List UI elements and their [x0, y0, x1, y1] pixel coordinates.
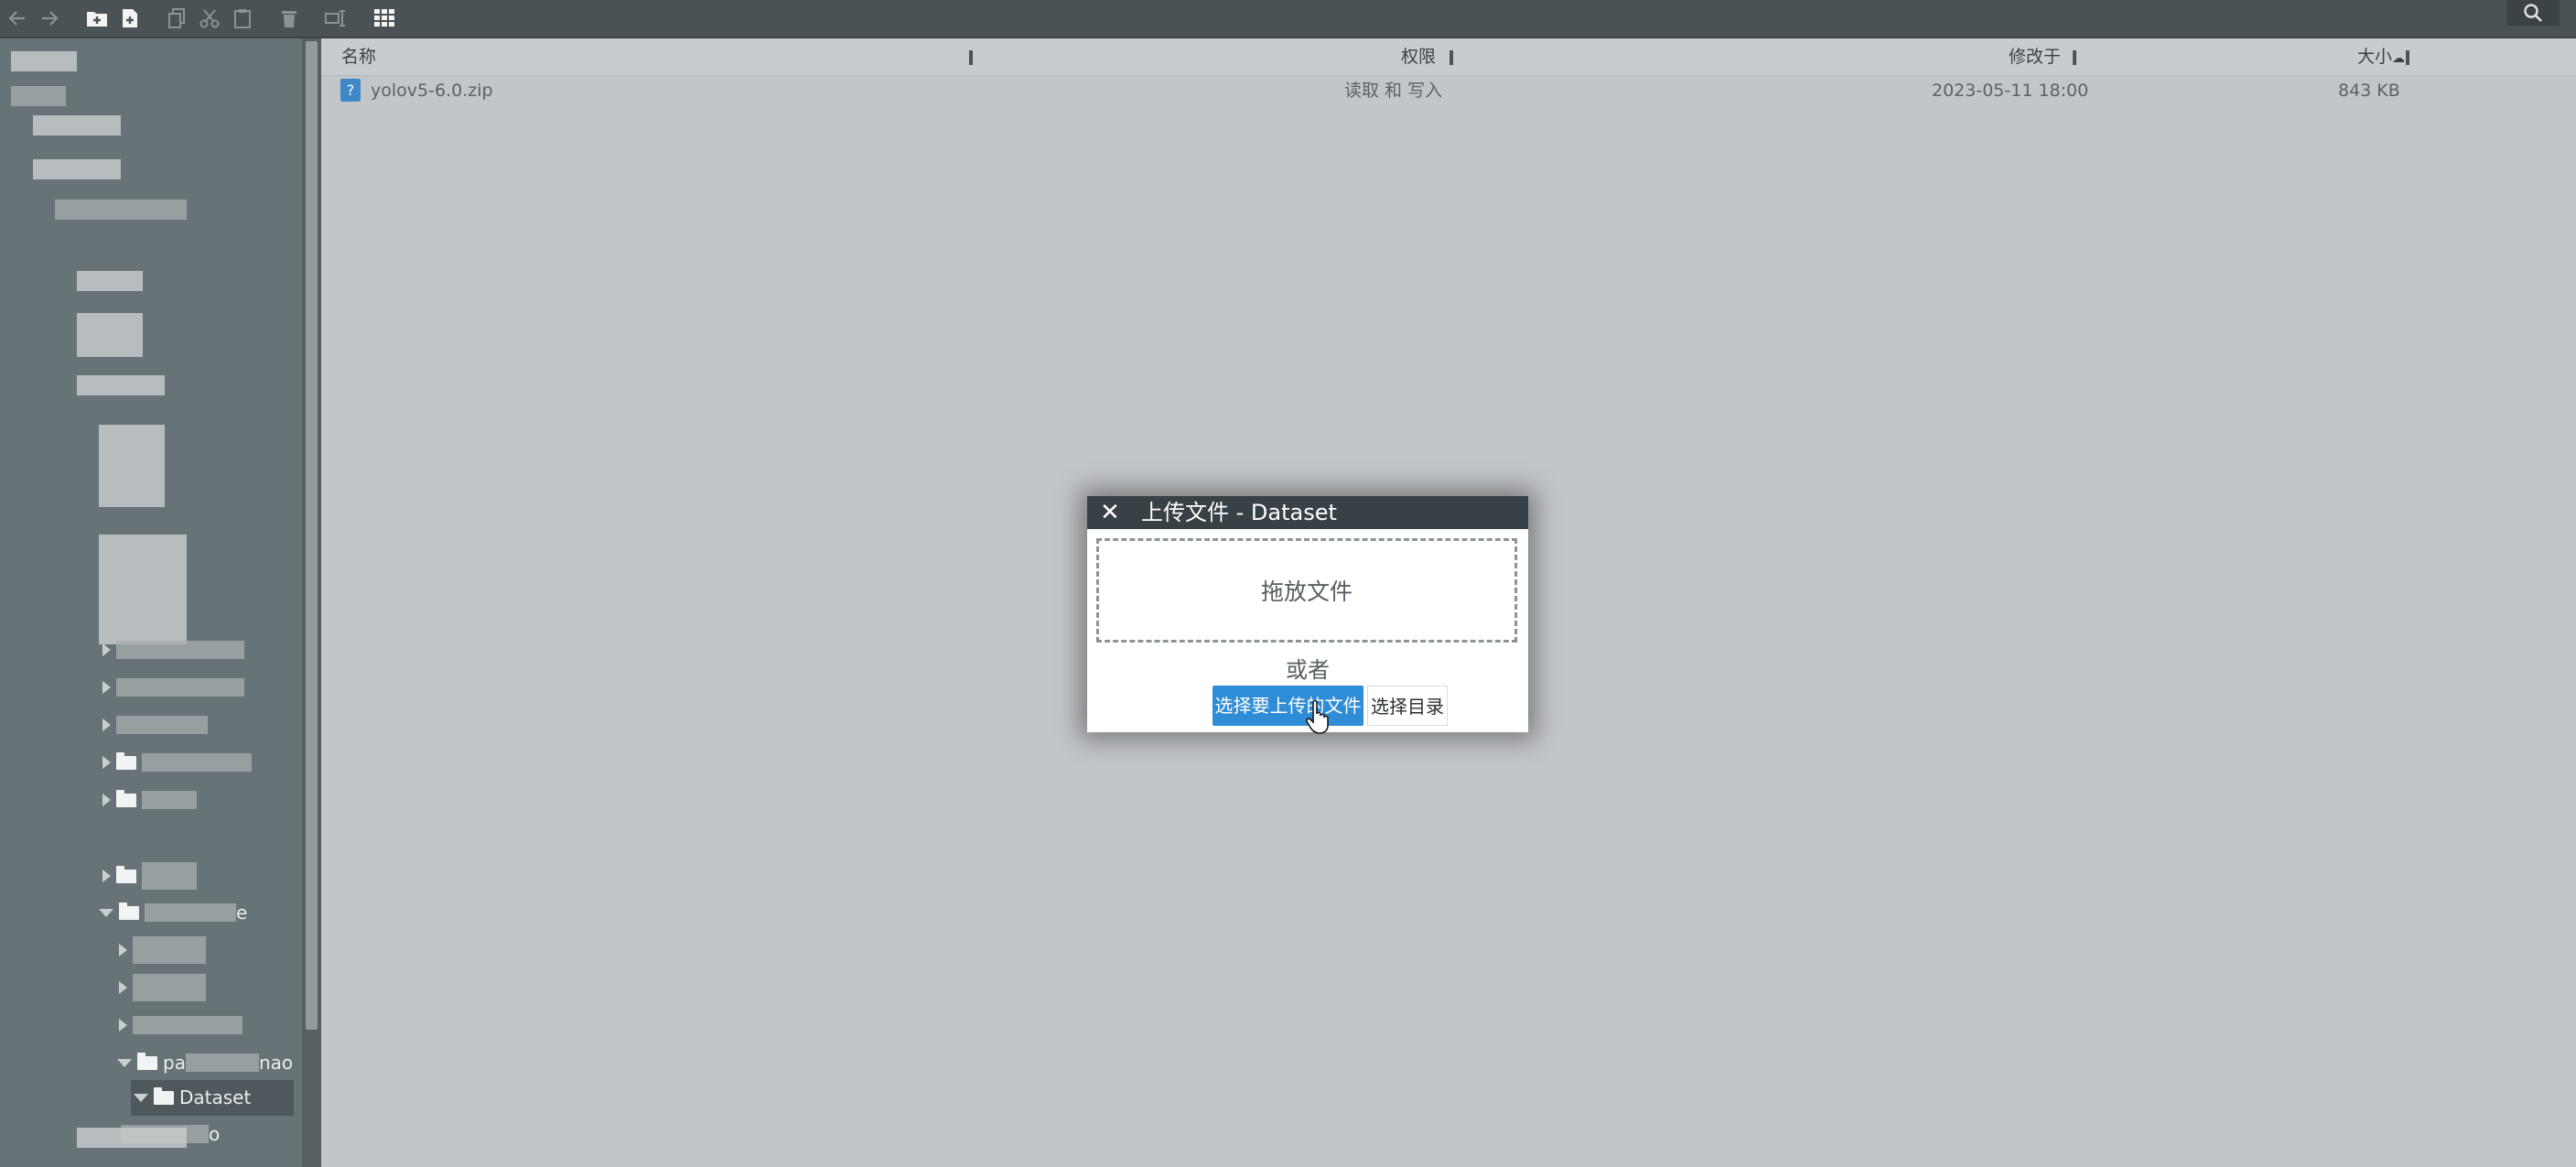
tree-node-label: e	[236, 902, 248, 924]
column-size-label: 大小	[2357, 47, 2393, 67]
tree-item-blurred[interactable]	[33, 159, 121, 179]
tree-node-collapsed[interactable]	[102, 636, 244, 664]
sort-indicator-icon: ☁	[2392, 51, 2406, 66]
column-resize-handle[interactable]	[1450, 50, 1453, 65]
sidebar-scrollbar[interactable]	[302, 38, 321, 1167]
file-name: yolov5-6.0.zip	[371, 81, 493, 101]
grid-view-icon[interactable]	[370, 0, 399, 37]
toolbar	[0, 0, 2576, 38]
tree-node-label: pa	[163, 1052, 186, 1074]
tree-node-expanded[interactable]: pa nao	[117, 1049, 293, 1076]
file-size: 843 KB	[2338, 81, 2400, 101]
column-modified[interactable]: 修改于	[2009, 38, 2061, 75]
or-label: 或者	[1286, 657, 1330, 683]
hand-pointer-icon	[1306, 699, 1329, 734]
tree-node-label: o	[209, 1123, 221, 1145]
column-resize-handle[interactable]	[2073, 50, 2076, 65]
tree-item-blurred[interactable]	[33, 115, 121, 135]
tree-item-blurred[interactable]	[77, 313, 143, 357]
new-folder-icon[interactable]	[82, 0, 112, 37]
choose-directory-button[interactable]: 选择目录	[1367, 686, 1448, 726]
tree-node-label-suffix: nao	[258, 1052, 294, 1074]
tree-node-label: Dataset	[179, 1086, 252, 1108]
column-name[interactable]: 名称	[341, 38, 376, 75]
tree-item-blurred[interactable]	[99, 425, 165, 507]
folder-tree: e pa nao Dataset o	[0, 38, 302, 1167]
column-permissions[interactable]: 权限	[1401, 38, 1436, 75]
file-permissions: 读取 和 写入	[1344, 81, 1443, 101]
arrow-left-icon[interactable]	[3, 0, 32, 37]
close-icon[interactable]: ✕	[1100, 496, 1120, 529]
column-resize-handle[interactable]	[969, 50, 973, 65]
tree-node-collapsed[interactable]	[102, 711, 208, 739]
tree-item-blurred[interactable]	[77, 1128, 187, 1148]
new-file-icon[interactable]	[115, 0, 145, 37]
dialog-titlebar: ✕ 上传文件 - Dataset	[1087, 496, 1528, 529]
dialog-title: 上传文件 - Dataset	[1141, 500, 1337, 525]
file-modified: 2023-05-11 18:00	[1932, 81, 2089, 101]
unknown-file-icon: ?	[340, 79, 361, 102]
tree-node-collapsed[interactable]	[119, 1011, 243, 1039]
search-icon[interactable]	[2506, 0, 2560, 26]
tree-node-collapsed[interactable]	[102, 749, 252, 776]
scrollbar-thumb[interactable]	[306, 41, 318, 1030]
tree-node-collapsed[interactable]	[102, 674, 244, 701]
drop-zone[interactable]: 拖放文件	[1096, 538, 1517, 643]
tree-node-collapsed[interactable]	[119, 936, 206, 964]
drop-zone-label: 拖放文件	[1260, 578, 1353, 605]
paste-icon[interactable]	[228, 0, 257, 37]
tree-node-expanded[interactable]: e	[99, 899, 247, 926]
file-list-header: 名称 权限 修改于 大小☁	[321, 38, 2576, 76]
tree-node-dataset[interactable]: Dataset	[134, 1084, 251, 1111]
rename-icon[interactable]	[322, 0, 351, 37]
tree-node-collapsed[interactable]	[102, 786, 197, 814]
cut-icon[interactable]	[195, 0, 224, 37]
tree-item-blurred[interactable]	[77, 375, 165, 395]
column-resize-handle[interactable]	[2406, 50, 2409, 65]
tree-item-blurred[interactable]	[99, 535, 187, 644]
tree-item-blurred[interactable]	[55, 200, 187, 220]
tree-node-collapsed[interactable]	[102, 862, 197, 890]
upload-dialog: ✕ 上传文件 - Dataset 拖放文件 或者 选择要上传的文件 选择目录	[1087, 496, 1528, 732]
choose-files-button[interactable]: 选择要上传的文件	[1213, 686, 1363, 726]
tree-node-collapsed[interactable]	[119, 974, 206, 1001]
file-row[interactable]: ? yolov5-6.0.zip 读取 和 写入 2023-05-11 18:0…	[321, 75, 2576, 106]
arrow-right-icon[interactable]	[35, 0, 64, 37]
tree-item-blurred[interactable]	[11, 86, 66, 106]
tree-item-blurred[interactable]	[77, 271, 143, 291]
copy-icon[interactable]	[162, 0, 191, 37]
column-size[interactable]: 大小☁	[2357, 38, 2405, 75]
tree-item-blurred[interactable]	[11, 51, 77, 71]
delete-icon[interactable]	[275, 0, 304, 37]
